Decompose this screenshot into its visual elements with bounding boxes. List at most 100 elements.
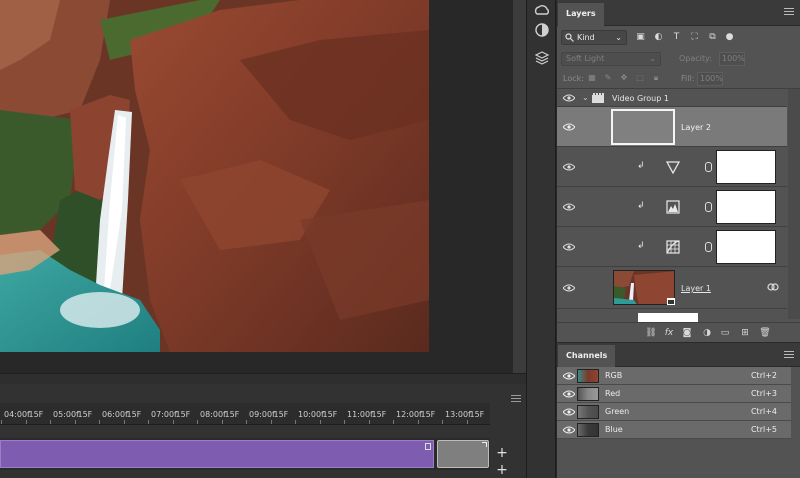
tab-layers[interactable]: Layers [558, 3, 604, 26]
ruler-tick-label: 15F [175, 410, 191, 419]
smart-object-filter-icon[interactable]: ⧉ [707, 32, 718, 43]
add-media-plus-icon-2[interactable]: + [494, 462, 510, 478]
ruler-tick-label: 13:00f [445, 410, 471, 419]
ruler-tick [466, 420, 468, 424]
shape-filter-icon[interactable]: ⛶ [689, 32, 700, 43]
fx-icon[interactable]: fx [663, 327, 675, 339]
clipping-arrow-icon: ↲ [637, 161, 645, 171]
chevron-down-icon[interactable]: ⌄ [582, 93, 589, 102]
ruler-tick-label: 15F [224, 410, 240, 419]
timeline-ruler[interactable]: 04:00f 15F 05:00f 15F 06:00f 15F 07:00f 15F 08:0… [0, 403, 490, 425]
eye-icon[interactable] [563, 408, 575, 416]
new-layer-icon[interactable]: ⊞ [739, 327, 751, 339]
ruler-tick [123, 420, 125, 424]
layer-row-adjustment-2[interactable]: ↲ [557, 187, 787, 227]
ruler-tick [148, 420, 149, 424]
layer-row-video-group[interactable]: ⌄ Video Group 1 [557, 89, 787, 107]
layer-1-name: Layer 1 [681, 284, 711, 293]
filter-kind-select[interactable]: Kind ⌄ [561, 30, 627, 45]
channel-shortcut: Ctrl+4 [750, 407, 777, 416]
eye-icon[interactable] [563, 390, 575, 398]
chain-link-icon[interactable] [705, 162, 712, 172]
fill-label: Fill: [681, 74, 695, 83]
lock-all-icon[interactable]: 🔒︎ [651, 73, 661, 83]
channel-row-green[interactable]: Green Ctrl+4 [557, 403, 791, 421]
lock-image-icon[interactable]: ✎ [603, 73, 613, 83]
curves-icon [666, 240, 680, 254]
channel-row-red[interactable]: Red Ctrl+3 [557, 385, 791, 403]
layer-row-layer-2[interactable]: Layer 2 [557, 107, 787, 147]
ruler-tick [99, 420, 100, 424]
eye-icon[interactable] [563, 94, 575, 102]
adjustment-filter-icon[interactable]: ◐ [653, 32, 664, 43]
ruler-tick [50, 420, 51, 424]
adjustment-icon[interactable]: ◑ [701, 327, 713, 339]
lock-artboard-icon[interactable]: ⬚ [635, 73, 645, 83]
adjustments-icon[interactable] [534, 22, 550, 38]
document-canvas-area[interactable] [0, 0, 513, 373]
folder-icon[interactable]: ▭ [719, 327, 731, 339]
triangle-down-icon [666, 161, 680, 174]
trash-icon[interactable]: 🗑︎ [759, 327, 771, 339]
chain-link-icon[interactable] [705, 242, 712, 252]
timeline-menu-icon[interactable] [511, 395, 521, 403]
video-track [0, 438, 490, 470]
fill-field[interactable]: 100% [697, 72, 723, 86]
channels-panel-menu-icon[interactable] [784, 351, 794, 360]
chain-link-icon[interactable] [705, 202, 712, 212]
ruler-tick [25, 420, 27, 424]
eye-icon[interactable] [563, 284, 575, 292]
lock-transparent-icon[interactable]: ▦ [587, 73, 597, 83]
layer-row-layer-1[interactable]: Layer 1 [557, 267, 787, 309]
add-media-plus-icon[interactable]: + [494, 445, 510, 461]
layers-panel: Layers Kind ⌄ ▣ ◐ T ⛶ ⧉ ● Soft Light ⌄ O… [557, 0, 800, 342]
layers-panel-menu-icon[interactable] [784, 8, 794, 17]
ruler-tick [295, 420, 296, 424]
eye-icon[interactable] [563, 372, 575, 380]
layer-row-adjustment-1[interactable]: ↲ [557, 147, 787, 187]
layer-selection-bar [638, 313, 698, 322]
mask-thumbnail[interactable] [716, 150, 776, 184]
blend-mode-select[interactable]: Soft Light ⌄ [561, 52, 661, 66]
group-name: Video Group 1 [612, 94, 669, 103]
lock-position-icon[interactable]: ✥ [619, 73, 629, 83]
3d-layers-icon[interactable] [534, 50, 550, 66]
eye-icon[interactable] [563, 163, 575, 171]
panel-icon-strip [526, 0, 556, 478]
ruler-tick-label: 06:00f [102, 410, 128, 419]
layer-row-adjustment-3[interactable]: ↲ [557, 227, 787, 267]
channel-row-blue[interactable]: Blue Ctrl+5 [557, 421, 791, 439]
video-clip[interactable] [0, 440, 434, 468]
clip-corner-icon [482, 442, 487, 447]
pixel-filter-icon[interactable]: ▣ [635, 32, 646, 43]
ruler-tick [417, 420, 419, 424]
opacity-field[interactable]: 100% [719, 52, 745, 66]
channel-thumbnail [577, 369, 599, 383]
layers-scrollbar[interactable] [788, 89, 800, 319]
layer-2-thumbnail [611, 109, 675, 145]
tab-channels[interactable]: Channels [558, 345, 616, 367]
ruler-tick-label: 11:00f [347, 410, 373, 419]
eye-icon[interactable] [563, 123, 575, 131]
eye-icon[interactable] [563, 243, 575, 251]
layer2-clip[interactable] [437, 440, 489, 468]
channels-tabbar: Channels [557, 343, 800, 367]
film-strip-icon [592, 93, 604, 103]
mask-thumbnail[interactable] [716, 230, 776, 264]
ruler-tick [393, 420, 394, 424]
channel-row-rgb[interactable]: RGB Ctrl+2 [557, 367, 791, 385]
channel-thumbnail [577, 423, 599, 437]
mask-thumbnail[interactable] [716, 190, 776, 224]
ruler-tick-label: 15F [371, 410, 387, 419]
levels-icon [666, 200, 680, 214]
filter-toggle-icon[interactable]: ● [724, 32, 735, 43]
eye-icon[interactable] [563, 203, 575, 211]
ruler-tick [319, 420, 321, 424]
timeline-panel: 04:00f 15F 05:00f 15F 06:00f 15F 07:00f 15F 08:0… [0, 373, 526, 478]
link-icon[interactable]: ⛓ [645, 327, 657, 339]
creative-cloud-icon[interactable] [534, 3, 550, 19]
channel-name: Blue [605, 425, 623, 434]
eye-icon[interactable] [563, 426, 575, 434]
type-filter-icon[interactable]: T [671, 32, 682, 43]
mask-icon[interactable]: ◙ [681, 327, 693, 339]
